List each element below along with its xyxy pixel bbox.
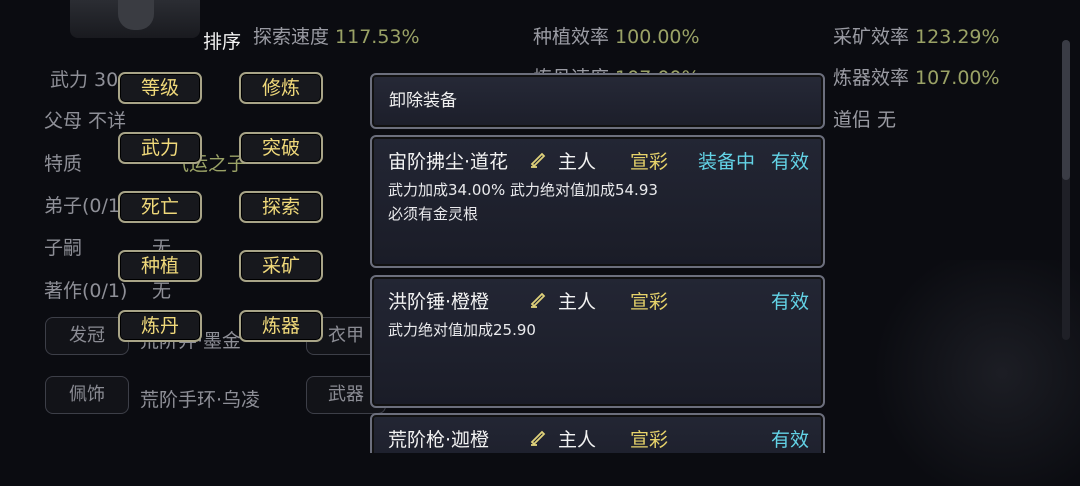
sort-breakthrough-button[interactable]: 突破	[239, 132, 323, 164]
pencil-icon[interactable]	[529, 289, 549, 309]
slot-accessory-button[interactable]: 佩饰	[45, 376, 129, 414]
equipment-card[interactable]: 宙阶拂尘·道花 主人 宣彩 装备中 有效 武力加成34.00% 武力绝对值加成5…	[370, 135, 825, 268]
character-portrait	[70, 0, 200, 38]
profile-heirs: 子嗣	[44, 237, 83, 259]
stat-mine-efficiency: 采矿效率 123.29%	[833, 22, 1000, 49]
stat-value: 123.29%	[915, 26, 1000, 48]
item-grade-color: 宣彩	[630, 151, 669, 173]
item-valid-status: 有效	[770, 291, 809, 313]
item-owner: 主人	[558, 429, 597, 451]
item-valid-status: 有效	[770, 429, 809, 451]
stat-value: 无	[877, 109, 897, 131]
stat-label: 种植效率	[533, 26, 610, 48]
item-grade-color: 宣彩	[630, 291, 669, 313]
stat-label: 探索速度	[253, 26, 330, 48]
item-requirement: 必须有金灵根	[388, 205, 479, 223]
item-description: 武力绝对值加成25.90	[388, 321, 536, 339]
background-pattern	[820, 260, 1080, 486]
unequip-button[interactable]: 卸除装备	[370, 73, 825, 129]
stat-partner: 道侣无	[833, 105, 896, 132]
item-description: 武力加成34.00% 武力绝对值加成54.93	[388, 181, 658, 199]
pencil-icon[interactable]	[529, 149, 549, 169]
stat-label: 道侣	[833, 109, 872, 131]
item-equipped-status: 装备中	[698, 151, 756, 173]
slot-accessory-item: 荒阶手环·乌凌	[140, 389, 261, 411]
equipment-card[interactable]: 洪阶锤·橙橙 主人 宣彩 有效 武力绝对值加成25.90	[370, 275, 825, 408]
item-name: 洪阶锤·橙橙	[388, 291, 490, 313]
equipment-card[interactable]: 荒阶枪·迦橙 主人 宣彩 有效	[370, 413, 825, 453]
item-owner: 主人	[558, 151, 597, 173]
sort-cultivation-button[interactable]: 修炼	[239, 72, 323, 104]
equipment-list-panel[interactable]: 卸除装备 宙阶拂尘·道花 主人 宣彩 装备中 有效 武力加成34.00% 武力绝…	[368, 70, 828, 453]
stat-label: 采矿效率	[833, 26, 910, 48]
item-name: 荒阶枪·迦橙	[388, 429, 490, 451]
sort-level-button[interactable]: 等级	[118, 72, 202, 104]
profile-disciples: 弟子(0/1)	[44, 195, 128, 217]
item-grade-color: 宣彩	[630, 429, 669, 451]
sort-explore-button[interactable]: 探索	[239, 191, 323, 223]
sort-death-button[interactable]: 死亡	[118, 191, 202, 223]
sort-mine-button[interactable]: 采矿	[239, 250, 323, 282]
stat-value: 117.53%	[335, 26, 420, 48]
sort-wuli-button[interactable]: 武力	[118, 132, 202, 164]
stat-plant-efficiency: 种植效率 100.00%	[533, 22, 700, 49]
stat-value: 100.00%	[615, 26, 700, 48]
stat-value: 107.00%	[915, 67, 1000, 89]
portrait-head	[118, 0, 154, 30]
profile-parents: 父母 不详	[44, 110, 127, 132]
sort-plant-button[interactable]: 种植	[118, 250, 202, 282]
stat-explore-speed: 探索速度 117.53%	[253, 22, 420, 49]
item-valid-status: 有效	[770, 151, 809, 173]
slot-crown-button[interactable]: 发冠	[45, 317, 129, 355]
scrollbar[interactable]	[1062, 40, 1070, 340]
item-name: 宙阶拂尘·道花	[388, 151, 509, 173]
sort-alchemy-button[interactable]: 炼丹	[118, 310, 202, 342]
profile-works: 著作(0/1)	[44, 280, 128, 302]
sort-title: 排序	[203, 31, 242, 53]
stat-label: 炼器效率	[833, 67, 910, 89]
profile-traits-label: 特质	[44, 153, 83, 175]
stat-forge-efficiency: 炼器效率 107.00%	[833, 63, 1000, 90]
item-owner: 主人	[558, 291, 597, 313]
scrollbar-thumb[interactable]	[1062, 40, 1070, 180]
sort-forge-button[interactable]: 炼器	[239, 310, 323, 342]
pencil-icon[interactable]	[529, 427, 549, 447]
